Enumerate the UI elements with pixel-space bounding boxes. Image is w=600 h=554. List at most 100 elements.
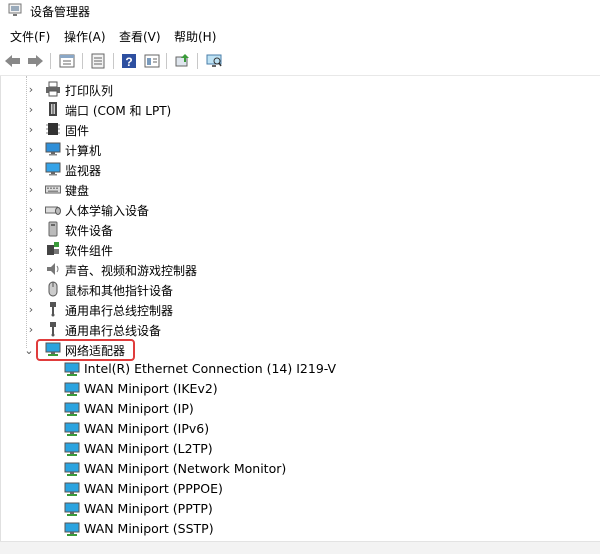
device-manager-app-icon bbox=[8, 3, 22, 16]
tree-item-mice[interactable]: › 鼠标和其他指针设备 bbox=[1, 279, 600, 299]
toolbar-separator bbox=[166, 53, 167, 69]
help-icon: ? bbox=[122, 54, 136, 69]
tree-item-usb-devices[interactable]: › 通用串行总线设备 bbox=[1, 319, 600, 339]
network-adapter-icon bbox=[64, 442, 80, 456]
tree-item-ports[interactable]: › 端口 (COM 和 LPT) bbox=[1, 99, 600, 119]
tree-child-item[interactable]: WAN Miniport (SSTP) bbox=[1, 519, 600, 539]
tree-item-sound-video-game[interactable]: › 声音、视频和游戏控制器 bbox=[1, 259, 600, 279]
tree-item-keyboards[interactable]: › 键盘 bbox=[1, 179, 600, 199]
monitor-icon bbox=[45, 162, 61, 176]
forward-button[interactable] bbox=[25, 51, 45, 71]
tree-item-monitors[interactable]: › 监视器 bbox=[1, 159, 600, 179]
help-button[interactable]: ? bbox=[119, 51, 139, 71]
update-driver-icon bbox=[175, 54, 189, 67]
details-button[interactable] bbox=[142, 51, 162, 71]
scan-hardware-icon bbox=[206, 54, 222, 67]
toolbar-separator bbox=[197, 53, 198, 69]
toolbar-separator bbox=[82, 53, 83, 69]
tree-child-item[interactable]: Intel(R) Ethernet Connection (14) I219-V bbox=[1, 359, 600, 379]
tree-item-software-devices[interactable]: › 软件设备 bbox=[1, 219, 600, 239]
tree-item-usb-controllers[interactable]: › 通用串行总线控制器 bbox=[1, 299, 600, 319]
properties-button[interactable] bbox=[88, 51, 108, 71]
tree-item-label: 通用串行总线设备 bbox=[65, 324, 162, 338]
usb-icon bbox=[50, 302, 56, 317]
tree-item-label: 打印队列 bbox=[65, 84, 114, 98]
menu-action[interactable]: 操作(A) bbox=[64, 28, 106, 45]
back-icon bbox=[5, 55, 20, 67]
chevron-right-icon[interactable]: › bbox=[25, 322, 37, 336]
toolbar-separator bbox=[50, 53, 51, 69]
details-icon bbox=[144, 54, 160, 68]
chevron-right-icon[interactable]: › bbox=[25, 82, 37, 96]
toolbar: ? bbox=[0, 47, 600, 76]
chevron-right-icon[interactable]: › bbox=[25, 122, 37, 136]
tree-item-label: 固件 bbox=[65, 124, 90, 138]
tree-item-label: 键盘 bbox=[65, 184, 90, 198]
tree-item-label: WAN Miniport (SSTP) bbox=[84, 521, 214, 536]
tree-child-item[interactable]: WAN Miniport (IPv6) bbox=[1, 419, 600, 439]
chevron-right-icon[interactable]: › bbox=[25, 202, 37, 216]
printer-icon bbox=[46, 81, 60, 97]
network-adapter-icon bbox=[64, 522, 80, 536]
chevron-right-icon[interactable]: › bbox=[25, 162, 37, 176]
chevron-down-icon[interactable]: ⌄ bbox=[23, 343, 35, 357]
chevron-right-icon[interactable]: › bbox=[25, 182, 37, 196]
chevron-right-icon[interactable]: › bbox=[25, 282, 37, 296]
tree-child-item[interactable]: WAN Miniport (Network Monitor) bbox=[1, 459, 600, 479]
scan-hardware-button[interactable] bbox=[204, 51, 224, 71]
tree-item-label: WAN Miniport (Network Monitor) bbox=[84, 461, 287, 476]
tree-item-computer[interactable]: › 计算机 bbox=[1, 139, 600, 159]
chevron-right-icon[interactable]: › bbox=[25, 222, 37, 236]
update-driver-button[interactable] bbox=[172, 51, 192, 71]
tree-item-label: 软件组件 bbox=[65, 244, 114, 258]
tree-child-item[interactable]: WAN Miniport (IKEv2) bbox=[1, 379, 600, 399]
software-component-icon bbox=[47, 242, 59, 255]
network-adapter-icon bbox=[64, 502, 80, 516]
tree-item-label: 计算机 bbox=[65, 144, 102, 158]
software-device-icon bbox=[48, 221, 58, 237]
device-list-button[interactable] bbox=[57, 51, 77, 71]
tree-child-item[interactable]: WAN Miniport (IP) bbox=[1, 399, 600, 419]
device-list-icon bbox=[59, 54, 75, 68]
tree-child-item[interactable]: WAN Miniport (PPPOE) bbox=[1, 479, 600, 499]
svg-text:?: ? bbox=[125, 55, 132, 69]
tree-child-item[interactable]: WAN Miniport (PPTP) bbox=[1, 499, 600, 519]
chevron-right-icon[interactable]: › bbox=[25, 262, 37, 276]
mouse-icon bbox=[48, 281, 58, 297]
tree-item-label: WAN Miniport (IKEv2) bbox=[84, 381, 218, 396]
toolbar-separator bbox=[113, 53, 114, 69]
chevron-right-icon[interactable]: › bbox=[25, 102, 37, 116]
tree-item-print-queues[interactable]: › 打印队列 bbox=[1, 79, 600, 99]
tree-item-label: Intel(R) Ethernet Connection (14) I219-V bbox=[84, 361, 337, 376]
network-adapter-icon bbox=[64, 482, 80, 496]
window-title: 设备管理器 bbox=[30, 5, 91, 19]
port-icon bbox=[49, 102, 57, 116]
tree-item-software-components[interactable]: › 软件组件 bbox=[1, 239, 600, 259]
firmware-icon bbox=[46, 123, 60, 135]
horizontal-scrollbar[interactable] bbox=[0, 541, 600, 554]
tree-item-label: 监视器 bbox=[65, 164, 102, 178]
keyboard-icon bbox=[45, 185, 61, 194]
tree-item-label: 人体学输入设备 bbox=[65, 204, 150, 218]
chevron-right-icon[interactable]: › bbox=[25, 242, 37, 256]
chevron-right-icon[interactable]: › bbox=[25, 142, 37, 156]
menu-help[interactable]: 帮助(H) bbox=[174, 28, 216, 45]
chevron-right-icon[interactable]: › bbox=[25, 302, 37, 316]
tree-item-hid[interactable]: › 人体学输入设备 bbox=[1, 199, 600, 219]
menu-bar: 文件(F) 操作(A) 查看(V) 帮助(H) bbox=[0, 24, 600, 46]
tree-item-firmware[interactable]: › 固件 bbox=[1, 119, 600, 139]
speaker-icon bbox=[47, 263, 59, 275]
menu-view[interactable]: 查看(V) bbox=[119, 28, 161, 45]
tree-item-label: 端口 (COM 和 LPT) bbox=[65, 104, 172, 118]
network-adapter-icon bbox=[64, 422, 80, 436]
device-tree: › 打印队列 › 端口 (COM 和 LPT) › 固件 › 计算机 › 监视器… bbox=[0, 76, 600, 541]
selection-highlight bbox=[36, 339, 135, 361]
network-adapter-icon bbox=[64, 382, 80, 396]
back-button[interactable] bbox=[3, 51, 23, 71]
menu-file[interactable]: 文件(F) bbox=[10, 28, 50, 45]
tree-item-label: 通用串行总线控制器 bbox=[65, 304, 174, 318]
network-adapter-icon bbox=[64, 362, 80, 376]
network-adapter-icon bbox=[64, 462, 80, 476]
tree-child-item[interactable]: WAN Miniport (L2TP) bbox=[1, 439, 600, 459]
tree-item-label: 声音、视频和游戏控制器 bbox=[65, 264, 198, 278]
